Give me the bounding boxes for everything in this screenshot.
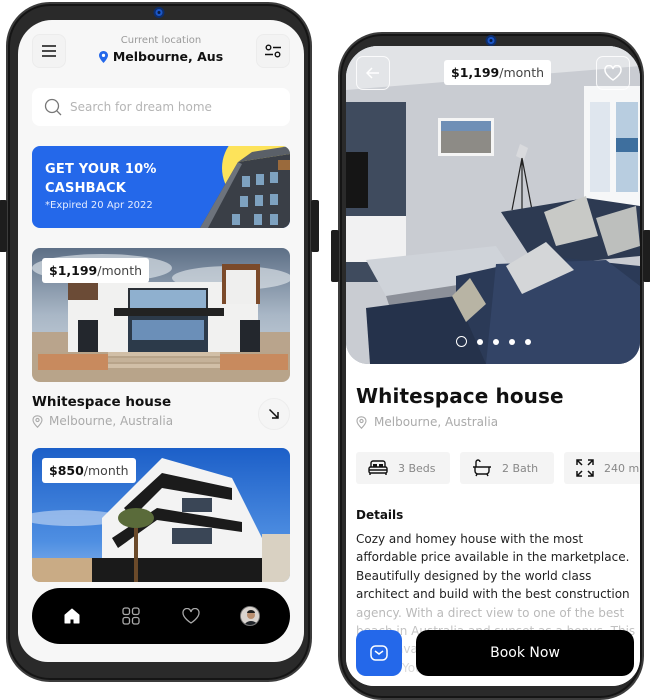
feature-beds-label: 3 Beds [398,461,436,475]
filter-button[interactable] [256,34,290,68]
menu-button[interactable] [32,34,66,68]
arrow-down-right-icon [268,408,279,419]
promo-title-line-2: CASHBACK [45,181,127,196]
promo-building-image [200,146,290,228]
nav-home[interactable] [55,599,89,633]
phone-side-button [643,230,650,282]
price-period: /month [97,263,143,278]
price-amount: $850 [49,463,84,478]
feature-baths: 2 Bath [460,452,554,484]
location-pin-icon [98,51,108,63]
hamburger-menu-icon [42,45,56,57]
avatar [240,606,261,626]
price-period: /month [499,65,545,80]
location-label: Current location [120,35,202,46]
profile-photo [241,607,260,625]
living-room-photo [346,46,640,364]
location-value: Melbourne, Aus [112,49,224,64]
phone-side-button [0,200,7,252]
home-screen: Current location Melbourne, Aus Search f… [18,20,304,662]
search-icon [44,98,62,116]
property-features: 3 Beds 2 Bath 240 m [356,452,640,484]
front-camera [485,35,497,46]
favorite-button[interactable] [596,56,630,90]
price-period: /month [83,463,129,478]
listing-image-whitespace-house[interactable]: $1,199/month [32,248,290,382]
top-bar: Current location Melbourne, Aus [32,34,290,68]
price-tag: $850/month [42,458,136,483]
nav-profile[interactable] [233,599,267,633]
listing-image-apartment[interactable]: $850/month [32,448,290,582]
back-button[interactable] [356,56,390,90]
bottom-navigation [32,588,290,644]
listing-location-text: Melbourne, Australia [49,414,174,428]
listing-location: Melbourne, Australia [32,414,173,428]
nav-favorites[interactable] [174,599,208,633]
feature-area: 240 m [564,452,640,484]
price-amount: $1,199 [451,65,500,80]
feature-area-label: 240 m [604,461,640,475]
promo-expiry: *Expired 20 Apr 2022 [45,200,153,211]
front-camera [153,7,165,18]
grid-icon [122,607,140,625]
details-heading: Details [356,508,404,522]
arrow-left-icon [366,67,379,79]
location-outline-icon [356,415,367,429]
phone-frame-detail: $1,199/month Whitespace house Melbourne,… [331,32,650,700]
carousel-dot[interactable] [508,338,515,345]
message-button[interactable] [356,630,402,676]
current-location[interactable]: Current location Melbourne, Aus [32,34,290,67]
carousel-dot[interactable] [492,338,499,345]
property-title: Whitespace house [356,384,564,408]
feature-baths-label: 2 Bath [502,461,539,475]
detail-screen: $1,199/month Whitespace house Melbourne,… [346,46,640,686]
price-tag: $1,199/month [444,60,552,85]
property-photo-carousel[interactable]: $1,199/month [346,46,640,364]
price-amount: $1,199 [49,263,98,278]
property-location: Melbourne, Australia [356,415,498,429]
book-now-button[interactable]: Book Now [416,630,634,676]
search-bar[interactable] [32,88,290,126]
open-listing-button[interactable] [258,398,290,430]
message-icon [370,645,388,661]
feature-beds: 3 Beds [356,452,450,484]
carousel-dot[interactable] [524,338,531,345]
property-location-text: Melbourne, Australia [374,415,499,429]
heart-icon [604,65,622,81]
carousel-pagination [346,336,640,347]
phone-frame-home: Current location Melbourne, Aus Search f… [0,2,319,682]
cashback-promo-banner[interactable]: GET YOUR 10% CASHBACK *Expired 20 Apr 20… [32,146,290,228]
listing-title[interactable]: Whitespace house [32,394,171,410]
location-outline-icon [32,414,43,428]
carousel-dot[interactable] [476,338,483,345]
price-tag: $1,199/month [42,258,150,283]
phone-side-button [331,230,339,282]
bed-icon [368,460,388,475]
promo-title: GET YOUR 10% CASHBACK [45,160,157,198]
search-input[interactable] [70,100,270,114]
heart-icon [182,608,200,624]
phone-side-button [311,200,319,252]
carousel-dot-active[interactable] [455,336,467,347]
nav-explore[interactable] [114,599,148,633]
home-icon [64,608,80,624]
bathtub-icon [473,459,491,477]
filter-sliders-icon [265,44,281,58]
area-expand-icon [576,459,594,477]
promo-title-line-1: GET YOUR 10% [45,162,157,177]
